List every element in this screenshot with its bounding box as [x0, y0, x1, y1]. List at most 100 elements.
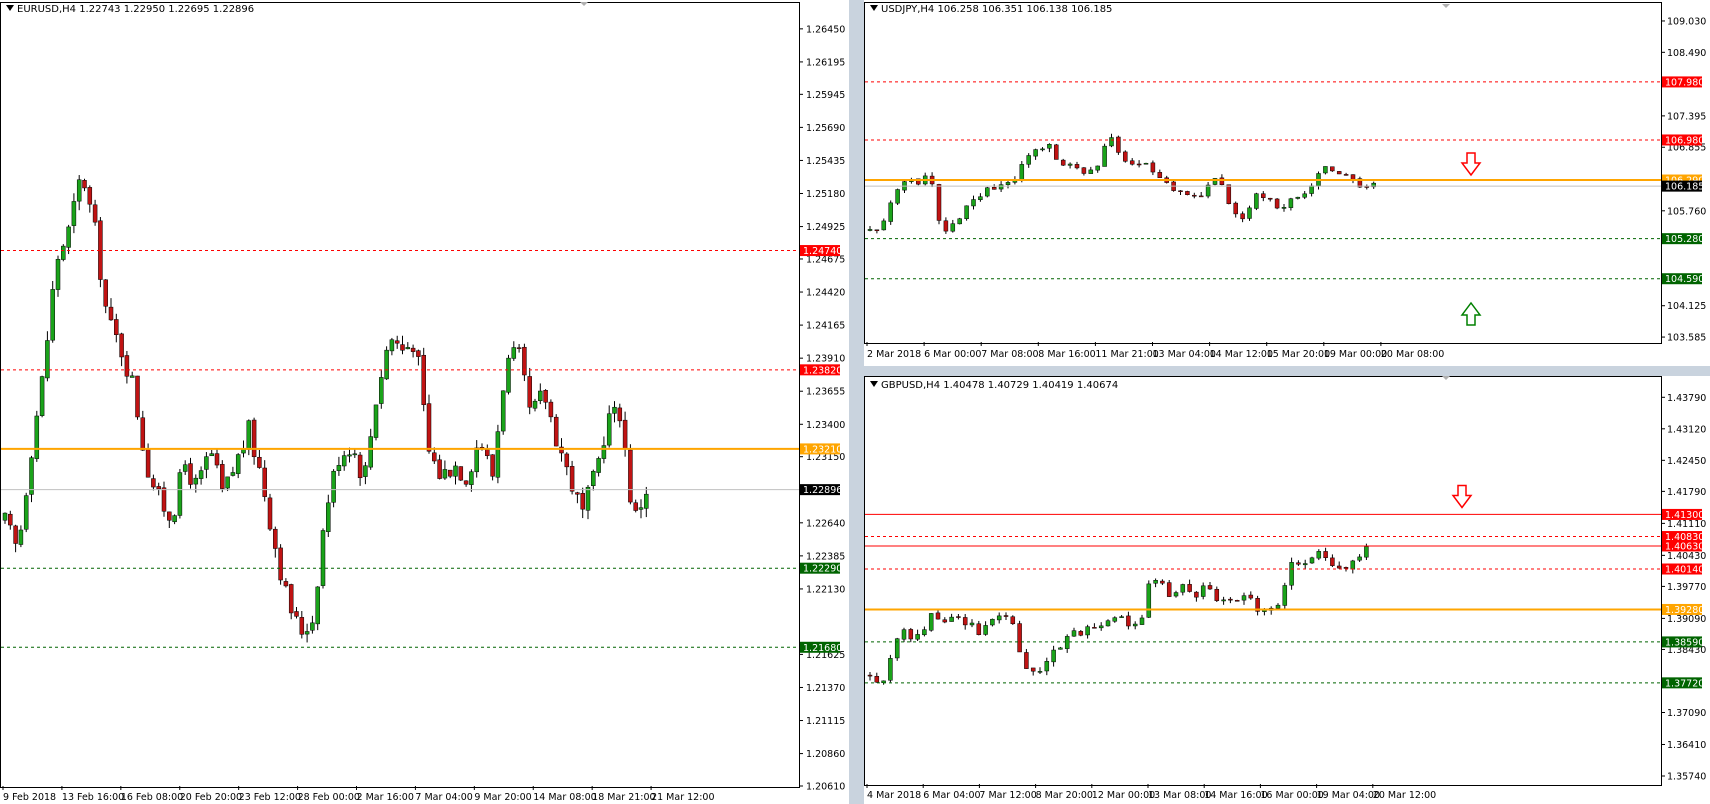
bullish-candle	[500, 390, 506, 432]
window-splitter-horizontal[interactable]	[864, 366, 1710, 376]
y-axis-tick-label: 1.20610	[806, 782, 845, 793]
bullish-candle	[326, 502, 331, 532]
usdjpy-candlestick-chart[interactable]: 109.030108.490107.395106.855105.760104.1…	[864, 0, 1710, 366]
bullish-candle	[888, 658, 893, 681]
price-level-tag-label: 1.39280	[1665, 605, 1704, 616]
bearish-candle	[257, 456, 262, 468]
bullish-candle	[129, 375, 135, 378]
bearish-candle	[214, 453, 220, 466]
bullish-candle	[1033, 149, 1038, 157]
bearish-candle	[156, 486, 161, 490]
bearish-candle	[410, 347, 416, 352]
bullish-candle	[182, 464, 188, 472]
y-axis-tick-label: 1.26195	[806, 57, 845, 68]
bearish-candle	[151, 478, 156, 488]
x-axis-tick-label: 7 Mar 04:00	[415, 792, 472, 803]
bullish-candle	[1005, 182, 1011, 185]
bearish-candle	[1150, 162, 1156, 173]
bearish-candle	[167, 511, 172, 521]
y-axis-tick-label: 1.24420	[806, 288, 845, 299]
x-axis-tick-label: 2 Mar 16:00	[357, 792, 414, 803]
bullish-candle	[474, 447, 479, 473]
bullish-candle	[320, 530, 326, 586]
bullish-candle	[55, 258, 61, 290]
bearish-candle	[135, 375, 140, 418]
bullish-candle	[1047, 144, 1052, 149]
bullish-candle	[1139, 617, 1145, 625]
x-axis-tick-label: 19 Mar 04:00	[1317, 790, 1380, 801]
bearish-candle	[119, 333, 124, 358]
bid-price-tag-label: 1.22896	[803, 485, 842, 496]
price-level-tag-label: 107.980	[1665, 77, 1704, 88]
bearish-candle	[991, 187, 997, 190]
bullish-candle	[29, 457, 34, 495]
gbpusd-chart-window[interactable]: GBPUSD,H4 1.40478 1.40729 1.40419 1.4067…	[864, 376, 1710, 804]
bearish-candle	[1017, 623, 1022, 653]
bearish-candle	[1060, 159, 1066, 166]
bearish-candle	[1187, 584, 1192, 592]
bullish-candle	[1205, 184, 1211, 197]
x-axis-tick-label: 9 Feb 2018	[3, 792, 56, 803]
bullish-candle	[1295, 196, 1301, 199]
bullish-candle	[389, 339, 395, 352]
bullish-candle	[225, 476, 230, 489]
bullish-candle	[34, 415, 40, 459]
bullish-candle	[341, 455, 347, 467]
bullish-candle	[1275, 604, 1281, 609]
usdjpy-chart-window[interactable]: USDJPY,H4 106.258 106.351 106.138 106.18…	[864, 0, 1710, 366]
bullish-candle	[1316, 551, 1322, 559]
bearish-candle	[522, 346, 527, 376]
bearish-candle	[874, 229, 880, 232]
bearish-candle	[1030, 667, 1036, 672]
bullish-candle	[949, 616, 954, 622]
bearish-candle	[1157, 172, 1163, 178]
x-axis-tick-label: 8 Mar 16:00	[1038, 349, 1095, 360]
bearish-candle	[569, 466, 575, 492]
bearish-candle	[82, 180, 87, 189]
bullish-candle	[379, 377, 384, 404]
bearish-candle	[527, 376, 532, 408]
x-axis-tick-label: 21 Mar 12:00	[651, 792, 714, 803]
bullish-candle	[246, 420, 252, 450]
bearish-candle	[867, 674, 873, 677]
bearish-candle	[13, 525, 18, 544]
bullish-candle	[983, 625, 988, 635]
bearish-candle	[1350, 174, 1356, 180]
price-level-tag-label: 1.21680	[803, 643, 842, 654]
eurusd-chart-window[interactable]: EURUSD,H4 1.22743 1.22950 1.22695 1.2289…	[0, 0, 849, 804]
bullish-candle	[867, 229, 873, 231]
window-splitter-vertical[interactable]	[849, 0, 864, 804]
bearish-candle	[124, 355, 130, 377]
bullish-candle	[304, 631, 310, 635]
price-level-tag-label: 1.22290	[803, 564, 842, 575]
bullish-candle	[209, 453, 214, 457]
bearish-candle	[956, 616, 961, 618]
x-axis-tick-label: 20 Mar 12:00	[1373, 790, 1436, 801]
bearish-candle	[1185, 191, 1190, 195]
y-axis-tick-label: 1.36410	[1667, 740, 1706, 751]
bearish-candle	[278, 547, 283, 581]
bullish-candle	[606, 413, 612, 446]
bearish-candle	[1226, 184, 1232, 204]
y-axis-tick-label: 108.490	[1667, 48, 1706, 59]
bullish-candle	[45, 340, 50, 379]
bullish-candle	[193, 477, 199, 485]
bearish-candle	[617, 407, 623, 422]
bearish-candle	[1198, 195, 1204, 198]
bullish-candle	[1085, 626, 1090, 636]
bearish-candle	[92, 204, 98, 223]
bullish-candle	[1105, 620, 1111, 627]
bearish-candle	[575, 492, 580, 495]
bullish-candle	[18, 529, 24, 545]
bullish-candle	[1040, 148, 1045, 151]
bullish-candle	[1051, 649, 1056, 663]
gbpusd-candlestick-chart[interactable]: 1.437901.431201.424501.417901.411101.404…	[864, 376, 1710, 804]
bearish-candle	[294, 611, 299, 617]
bullish-candle	[1146, 583, 1152, 618]
bearish-candle	[447, 469, 453, 477]
bearish-candle	[87, 187, 93, 205]
eurusd-candlestick-chart[interactable]: 1.26450 1.26195 1.25945 1.25690 1.25435 1.251…	[0, 0, 849, 804]
y-axis-tick-label: 1.26450	[806, 24, 845, 35]
bearish-candle	[1129, 160, 1135, 165]
y-axis-tick-label: 103.585	[1667, 333, 1706, 344]
